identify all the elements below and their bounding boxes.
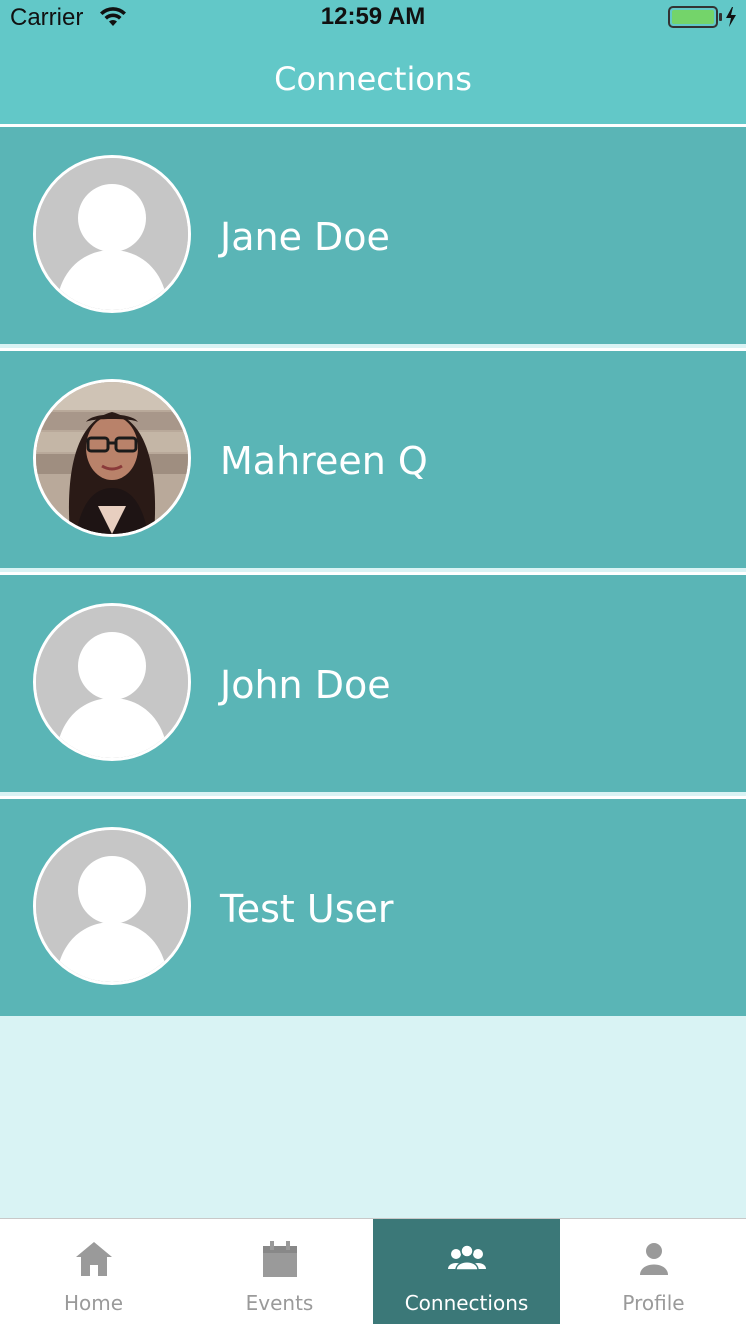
connection-row-mahreen-q[interactable]: Mahreen Q — [0, 348, 746, 568]
tab-connections[interactable]: Connections — [373, 1219, 560, 1324]
tab-label: Home — [63, 1291, 124, 1315]
connection-name: John Doe — [220, 663, 391, 707]
connection-row-test-user[interactable]: Test User — [0, 796, 746, 1016]
person-silhouette-icon — [36, 830, 188, 982]
person-icon — [640, 1243, 668, 1275]
person-silhouette-icon — [36, 158, 188, 310]
clock: 12:59 AM — [320, 3, 426, 30]
person-silhouette-icon — [36, 606, 188, 758]
avatar-placeholder — [33, 155, 191, 313]
people-icon — [448, 1244, 486, 1271]
status-bar: Carrier 12:59 AM — [0, 0, 746, 36]
navigation-header: Carrier 12:59 AM Connections — [0, 0, 746, 124]
connection-name: Test User — [220, 887, 394, 931]
avatar-placeholder — [33, 827, 191, 985]
home-icon — [76, 1242, 112, 1276]
tab-bar: Home Events Connections Profile — [0, 1218, 746, 1324]
battery-icon — [668, 6, 736, 28]
connection-row-jane-doe[interactable]: Jane Doe — [0, 124, 746, 344]
tab-label: Profile — [622, 1291, 685, 1315]
connection-row-john-doe[interactable]: John Doe — [0, 572, 746, 792]
connection-name: Mahreen Q — [220, 439, 428, 483]
tab-label: Connections — [404, 1291, 529, 1315]
calendar-icon — [263, 1241, 297, 1277]
tab-label: Events — [245, 1291, 314, 1315]
avatar-photo — [33, 379, 191, 537]
profile-photo-image — [36, 382, 188, 534]
tab-events[interactable]: Events — [186, 1219, 373, 1324]
page-title: Connections — [274, 60, 472, 98]
avatar-placeholder — [33, 603, 191, 761]
connection-name: Jane Doe — [220, 215, 390, 259]
tab-home[interactable]: Home — [0, 1219, 187, 1324]
tab-profile[interactable]: Profile — [560, 1219, 746, 1324]
